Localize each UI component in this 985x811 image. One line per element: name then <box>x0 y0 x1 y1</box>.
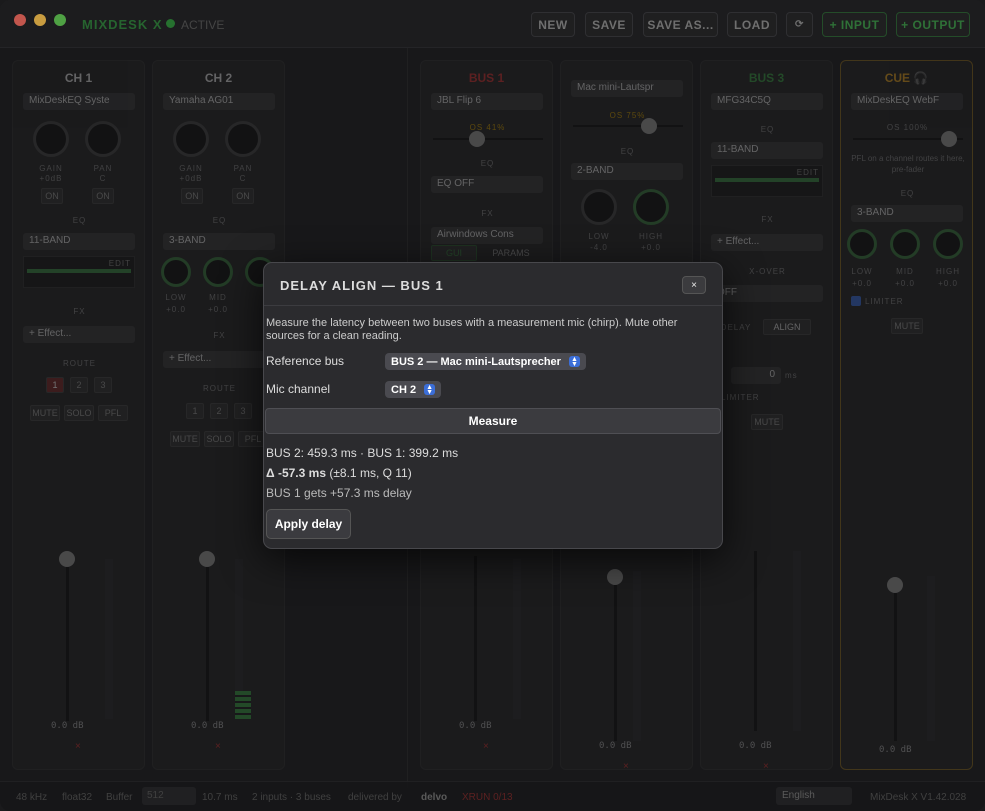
popup-chevron-icon: ▲ ▼ <box>424 384 436 396</box>
mic-channel-label: Mic channel <box>266 382 331 396</box>
delay-advice: BUS 1 gets +57.3 ms delay <box>266 486 412 500</box>
reference-bus-value: BUS 2 — Mac mini-Lautsprecher <box>391 355 561 368</box>
close-icon[interactable]: × <box>682 276 706 294</box>
measurement-result: BUS 2: 459.3 ms · BUS 1: 399.2 ms <box>266 446 459 460</box>
dialog-description: Measure the latency between two buses wi… <box>266 317 678 342</box>
reference-bus-label: Reference bus <box>266 354 345 368</box>
dialog-divider <box>264 305 722 306</box>
delta-detail: (±8.1 ms, Q 11) <box>329 466 412 480</box>
delta-value: Δ -57.3 ms <box>266 466 326 480</box>
mic-channel-value: CH 2 <box>391 383 417 396</box>
apply-delay-button[interactable]: Apply delay <box>266 509 351 539</box>
popup-chevron-icon: ▲ ▼ <box>568 356 580 368</box>
dialog-title: DELAY ALIGN — BUS 1 <box>280 278 444 293</box>
mic-channel-select[interactable]: CH 2 ▲ ▼ <box>385 381 442 398</box>
delta-result: Δ -57.3 ms (±8.1 ms, Q 11) <box>266 466 412 480</box>
reference-bus-select[interactable]: BUS 2 — Mac mini-Lautsprecher ▲ ▼ <box>385 353 586 370</box>
app-window: MIXDESK X ACTIVE NEW SAVE SAVE AS... LOA… <box>0 0 985 811</box>
measure-button[interactable]: Measure <box>265 408 721 434</box>
delay-align-dialog: DELAY ALIGN — BUS 1 × Measure the latenc… <box>263 262 723 549</box>
